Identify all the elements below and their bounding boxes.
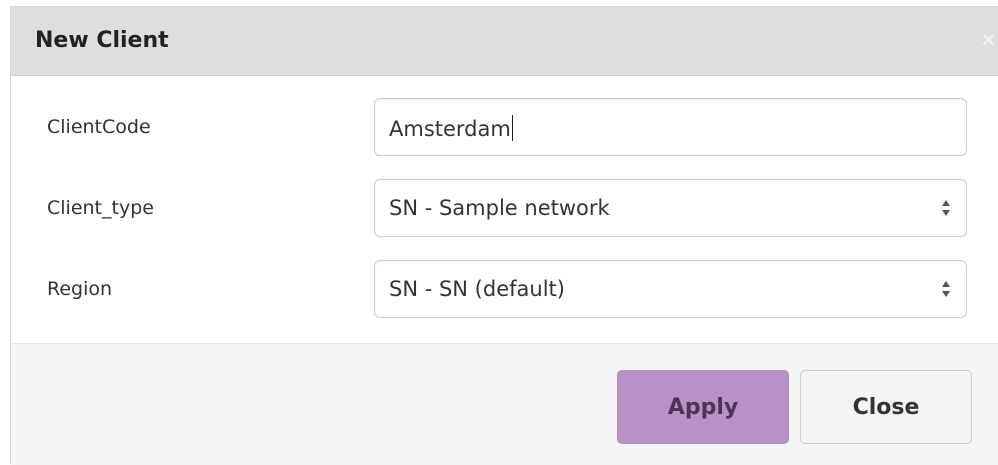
new-client-dialog: New Client × ClientCode Amsterdam Client…	[10, 6, 998, 465]
client-type-row: Client_type SN - Sample network	[11, 179, 998, 237]
dialog-footer: Apply Close	[11, 343, 998, 465]
region-label: Region	[47, 278, 113, 300]
client-code-value: Amsterdam	[389, 117, 511, 141]
select-arrows-icon	[942, 200, 950, 216]
dialog-title: New Client	[35, 28, 169, 53]
region-selected: SN - SN (default)	[389, 277, 565, 301]
dialog-header: New Client ×	[11, 7, 998, 76]
client-type-selected: SN - Sample network	[389, 196, 610, 220]
client-code-input[interactable]: Amsterdam	[374, 98, 967, 156]
apply-button[interactable]: Apply	[617, 370, 789, 444]
close-icon[interactable]: ×	[980, 29, 997, 49]
close-button[interactable]: Close	[800, 370, 972, 444]
client-code-label: ClientCode	[47, 116, 151, 138]
region-select[interactable]: SN - SN (default)	[374, 260, 967, 318]
client-code-row: ClientCode Amsterdam	[11, 98, 998, 156]
region-row: Region SN - SN (default)	[11, 260, 998, 318]
client-type-label: Client_type	[47, 197, 154, 219]
select-arrows-icon	[942, 281, 950, 297]
client-type-select[interactable]: SN - Sample network	[374, 179, 967, 237]
text-cursor	[511, 115, 513, 141]
